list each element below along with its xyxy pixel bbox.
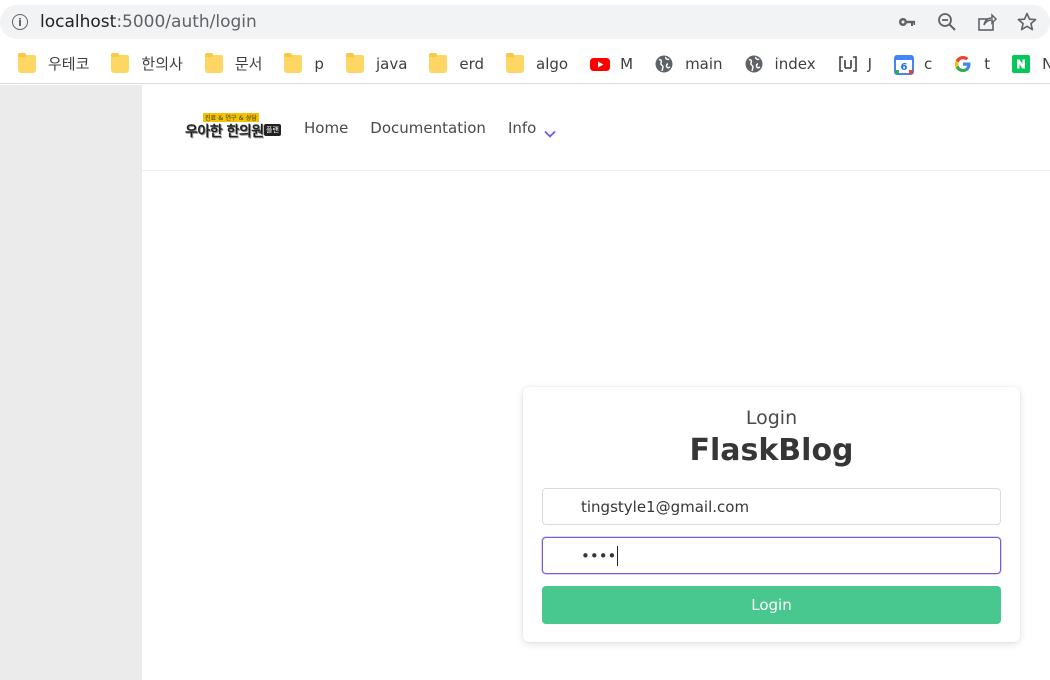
bookmark-folder[interactable]: java (345, 52, 408, 73)
bracket-icon (838, 55, 857, 73)
bookmark-folder[interactable]: 한의사 (111, 52, 183, 74)
bookmark-link[interactable]: J (838, 55, 872, 73)
bookmark-folder[interactable]: 문서 (204, 52, 263, 74)
folder-icon (18, 52, 36, 73)
bookmark-label: J (867, 54, 873, 73)
text-caret (617, 545, 619, 566)
bookmark-folder[interactable]: erd (429, 52, 485, 73)
info-icon[interactable]: i (12, 14, 28, 30)
youtube-icon (590, 55, 611, 73)
page-content: 진료 & 연구 & 상담 우아한 한의원 플랜 Home Documentati… (0, 85, 1050, 680)
nav-documentation-link[interactable]: Documentation (370, 119, 486, 137)
bookmark-link[interactable]: N (1012, 54, 1050, 73)
bookmark-label: algo (536, 54, 569, 73)
bookmark-label: java (375, 54, 408, 73)
bookmark-link[interactable]: index (745, 55, 816, 73)
folder-icon (506, 52, 525, 73)
bookmark-label: M (620, 54, 634, 73)
key-icon[interactable] (896, 11, 918, 33)
folder-icon (429, 52, 448, 73)
bookmark-label: erd (459, 54, 485, 73)
bookmark-label: p (314, 54, 324, 73)
site-logo[interactable]: 진료 & 연구 & 상담 우아한 한의원 플랜 (185, 113, 281, 140)
folder-icon (204, 52, 223, 73)
password-field[interactable]: •••• (542, 537, 1001, 574)
google-icon (954, 55, 972, 73)
address-bar-actions (896, 11, 1038, 33)
bookmark-label: 문서 (234, 55, 263, 73)
address-bar[interactable]: i localhost:5000/auth/login (0, 5, 1050, 39)
globe-icon (655, 55, 673, 73)
bookmark-link[interactable]: 6 c (894, 54, 933, 75)
bookmark-label: index (774, 54, 816, 73)
bookmark-label: 우테코 (48, 55, 90, 73)
bookmark-folder[interactable]: 우테코 (18, 52, 90, 74)
bookmark-link[interactable]: t (954, 55, 990, 73)
login-subtitle: Login (745, 407, 798, 429)
login-title: FlaskBlog (689, 433, 854, 468)
email-value: tingstyle1@gmail.com (581, 497, 750, 516)
browser-toolbar: i localhost:5000/auth/login (0, 0, 1050, 44)
bookmark-label: 한의사 (141, 55, 183, 73)
bookmark-link[interactable]: main (655, 54, 723, 73)
login-button[interactable]: Login (542, 586, 1001, 624)
password-value: •••• (581, 546, 617, 565)
url-path: :5000/auth/login (116, 12, 257, 32)
left-gutter (0, 85, 142, 680)
globe-icon (745, 55, 763, 73)
bookmarks-bar: 우테코 한의사 문서 p java erd algo M main index … (0, 44, 1050, 84)
calendar-icon: 6 (894, 54, 915, 75)
chevron-down-icon (544, 124, 556, 138)
svg-text:6: 6 (901, 62, 908, 73)
nav-home-link[interactable]: Home (304, 119, 348, 137)
naver-icon (1012, 54, 1031, 73)
zoom-out-icon[interactable] (936, 11, 958, 33)
logo-text: 우아한 한의원 (185, 124, 264, 140)
bookmark-label: t (984, 54, 991, 73)
login-card: Login FlaskBlog tingstyle1@gmail.com •••… (523, 387, 1020, 642)
bookmark-folder[interactable]: algo (506, 52, 569, 73)
folder-icon (111, 52, 130, 73)
nav-links: Home Documentation Info (304, 119, 578, 138)
bookmark-label: main (685, 54, 723, 73)
nav-info-label: Info (507, 119, 537, 137)
logo-badge: 플랜 (264, 124, 281, 136)
star-icon[interactable] (1016, 11, 1038, 33)
site-navbar: 진료 & 연구 & 상담 우아한 한의원 플랜 Home Documentati… (142, 85, 1050, 171)
email-field[interactable]: tingstyle1@gmail.com (542, 488, 1001, 525)
url-text[interactable]: localhost:5000/auth/login (40, 12, 257, 32)
nav-info-dropdown[interactable]: Info (507, 119, 556, 138)
bookmark-label: c (924, 54, 933, 73)
bookmark-folder[interactable]: p (284, 52, 324, 73)
url-host: localhost (40, 12, 117, 32)
share-icon[interactable] (976, 11, 998, 33)
folder-icon (284, 52, 303, 73)
bookmark-link[interactable]: M (590, 55, 633, 73)
bookmark-label: N (1042, 55, 1050, 73)
folder-icon (345, 52, 364, 73)
